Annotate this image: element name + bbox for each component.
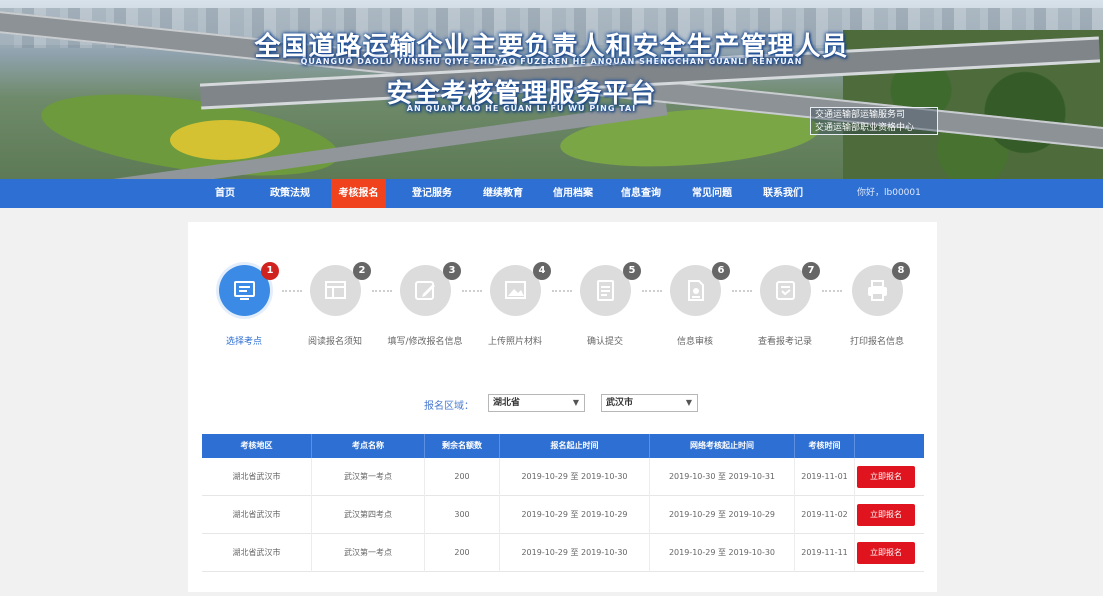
cell-region: 湖北省武汉市 bbox=[202, 458, 312, 496]
nav-item-registration[interactable]: 登记服务 bbox=[404, 179, 460, 208]
table-row: 湖北省武汉市 武汉第四考点 300 2019-10-29 至 2019-10-2… bbox=[202, 496, 924, 534]
banner-pinyin-line1: QUANGUO DAOLU YUNSHU QIYE ZHUYAO FUZEREN… bbox=[300, 57, 803, 66]
step-6-label: 信息审核 bbox=[676, 337, 713, 347]
step-3-label: 填写/修改报名信息 bbox=[387, 337, 463, 347]
chevron-down-icon: ▼ bbox=[572, 398, 579, 407]
cell-exam-window: 2019-10-30 至 2019-10-31 bbox=[650, 458, 795, 496]
user-greeting[interactable]: 你好，lb00001 bbox=[857, 179, 921, 208]
signup-region-label: 报名区域： bbox=[424, 401, 474, 412]
step-connector bbox=[642, 290, 662, 292]
step-3-badge: 3 bbox=[443, 262, 461, 280]
cell-signup-period: 2019-10-29 至 2019-10-30 bbox=[500, 534, 650, 572]
step-connector bbox=[732, 290, 752, 292]
cell-site: 武汉第四考点 bbox=[312, 496, 425, 534]
sponsor-line1: 交通运输部运输服务司 bbox=[815, 110, 906, 120]
step-2-label: 阅读报名须知 bbox=[307, 337, 362, 347]
signup-now-button[interactable]: 立即报名 bbox=[857, 542, 915, 564]
nav-item-home[interactable]: 首页 bbox=[205, 179, 245, 208]
cell-exam-window: 2019-10-29 至 2019-10-30 bbox=[650, 534, 795, 572]
cell-exam-date: 2019-11-02 bbox=[795, 496, 855, 534]
nav-item-query[interactable]: 信息查询 bbox=[613, 179, 669, 208]
sponsor-line2: 交通运输部职业资格中心 bbox=[815, 123, 915, 133]
step-connector bbox=[372, 290, 392, 292]
chevron-down-icon: ▼ bbox=[685, 398, 692, 407]
cell-site: 武汉第一考点 bbox=[312, 534, 425, 572]
col-header-action bbox=[855, 434, 924, 458]
city-select[interactable]: 武汉市 ▼ bbox=[601, 394, 698, 412]
province-select-value: 湖北省 bbox=[493, 398, 521, 408]
sponsor-box: 交通运输部运输服务司 交通运输部职业资格中心 bbox=[810, 107, 938, 135]
step-connector bbox=[462, 290, 482, 292]
header-banner: 全国道路运输企业主要负责人和安全生产管理人员 QUANGUO DAOLU YUN… bbox=[0, 0, 1103, 179]
step-8-badge: 8 bbox=[892, 262, 910, 280]
step-4-label: 上传照片材料 bbox=[487, 337, 542, 347]
col-header-signup-period: 报名起止时间 bbox=[500, 434, 650, 458]
step-7-badge: 7 bbox=[802, 262, 820, 280]
step-connector bbox=[282, 290, 302, 292]
cell-exam-date: 2019-11-01 bbox=[795, 458, 855, 496]
nav-item-contact[interactable]: 联系我们 bbox=[755, 179, 811, 208]
step-5-label: 确认提交 bbox=[586, 337, 623, 347]
step-connector bbox=[822, 290, 842, 292]
cell-region: 湖北省武汉市 bbox=[202, 496, 312, 534]
cell-signup-period: 2019-10-29 至 2019-10-30 bbox=[500, 458, 650, 496]
cell-quota: 200 bbox=[425, 534, 500, 572]
col-header-region: 考核地区 bbox=[202, 434, 312, 458]
step-1-badge: 1 bbox=[261, 262, 279, 280]
cell-region: 湖北省武汉市 bbox=[202, 534, 312, 572]
table-row: 湖北省武汉市 武汉第一考点 200 2019-10-29 至 2019-10-3… bbox=[202, 458, 924, 496]
nav-item-exam-signup[interactable]: 考核报名 bbox=[331, 179, 386, 208]
province-select[interactable]: 湖北省 ▼ bbox=[488, 394, 585, 412]
col-header-site: 考点名称 bbox=[312, 434, 425, 458]
step-2-badge: 2 bbox=[353, 262, 371, 280]
step-6-badge: 6 bbox=[712, 262, 730, 280]
cell-exam-window: 2019-10-29 至 2019-10-29 bbox=[650, 496, 795, 534]
nav-item-faq[interactable]: 常见问题 bbox=[684, 179, 740, 208]
cell-exam-date: 2019-11-11 bbox=[795, 534, 855, 572]
signup-now-button[interactable]: 立即报名 bbox=[857, 466, 915, 488]
banner-flowerbed bbox=[170, 120, 280, 160]
step-7-label: 查看报考记录 bbox=[757, 337, 812, 347]
step-connector bbox=[552, 290, 572, 292]
nav-item-policy[interactable]: 政策法规 bbox=[262, 179, 318, 208]
signup-now-button[interactable]: 立即报名 bbox=[857, 504, 915, 526]
col-header-exam-date: 考核时间 bbox=[795, 434, 855, 458]
city-select-value: 武汉市 bbox=[606, 398, 634, 408]
cell-quota: 200 bbox=[425, 458, 500, 496]
cell-quota: 300 bbox=[425, 496, 500, 534]
cell-signup-period: 2019-10-29 至 2019-10-29 bbox=[500, 496, 650, 534]
col-header-quota: 剩余名额数 bbox=[425, 434, 500, 458]
table-row: 湖北省武汉市 武汉第一考点 200 2019-10-29 至 2019-10-3… bbox=[202, 534, 924, 572]
col-header-exam-window: 网络考核起止时间 bbox=[650, 434, 795, 458]
step-4-badge: 4 bbox=[533, 262, 551, 280]
step-8-label: 打印报名信息 bbox=[849, 337, 904, 347]
main-nav: 首页 政策法规 考核报名 登记服务 继续教育 信用档案 信息查询 常见问题 联系… bbox=[0, 179, 1103, 208]
cell-site: 武汉第一考点 bbox=[312, 458, 425, 496]
step-1-label: 选择考点 bbox=[225, 337, 262, 347]
nav-item-education[interactable]: 继续教育 bbox=[475, 179, 531, 208]
step-5-badge: 5 bbox=[623, 262, 641, 280]
table-header: 考核地区 考点名称 剩余名额数 报名起止时间 网络考核起止时间 考核时间 bbox=[202, 434, 924, 458]
nav-item-credit[interactable]: 信用档案 bbox=[545, 179, 601, 208]
